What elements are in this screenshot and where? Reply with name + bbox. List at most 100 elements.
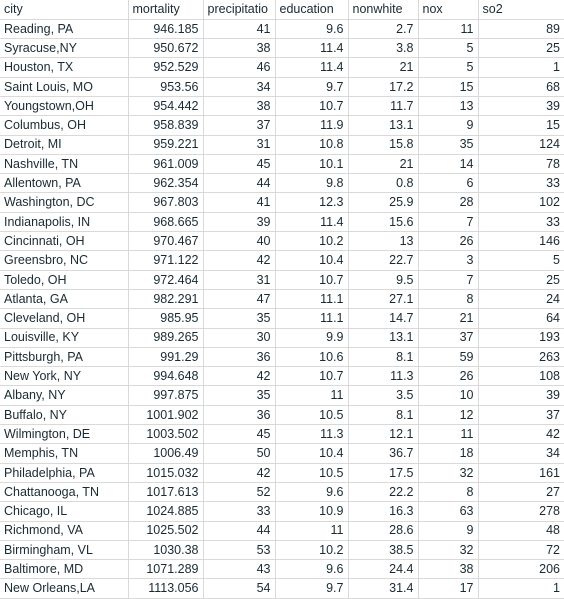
cell-mortality[interactable]: 997.875 (128, 385, 204, 406)
cell-so2[interactable]: 27 (478, 482, 564, 503)
cell-mortality[interactable]: 982.291 (128, 289, 204, 310)
cell-education[interactable]: 10.2 (275, 540, 349, 561)
cell-so2[interactable]: 33 (478, 212, 564, 233)
cell-nox[interactable]: 10 (418, 385, 479, 406)
cell-mortality[interactable]: 959.221 (128, 135, 204, 155)
cell-mortality[interactable]: 962.354 (128, 173, 204, 194)
cell-nox[interactable]: 26 (418, 366, 479, 387)
cell-so2[interactable]: 39 (478, 385, 564, 406)
cell-education[interactable]: 11.4 (275, 57, 349, 78)
cell-precipitation[interactable]: 30 (203, 328, 276, 348)
cell-mortality[interactable]: 958.839 (128, 115, 204, 136)
cell-nonwhite[interactable]: 24.4 (348, 559, 419, 580)
cell-mortality[interactable]: 961.009 (128, 154, 204, 175)
cell-precipitation[interactable]: 35 (203, 385, 276, 406)
cell-so2[interactable]: 193 (478, 328, 564, 348)
cell-education[interactable]: 11.3 (275, 424, 349, 445)
cell-nonwhite[interactable]: 27.1 (348, 289, 419, 310)
cell-nox[interactable]: 12 (418, 405, 479, 426)
cell-precipitation[interactable]: 45 (203, 154, 276, 175)
cell-education[interactable]: 11.4 (275, 212, 349, 233)
cell-nox[interactable]: 9 (418, 521, 479, 541)
cell-so2[interactable]: 39 (478, 96, 564, 117)
cell-education[interactable]: 10.4 (275, 443, 349, 464)
cell-nox[interactable]: 7 (418, 270, 479, 290)
cell-education[interactable]: 10.5 (275, 463, 349, 483)
cell-mortality[interactable]: 1071.289 (128, 559, 204, 580)
cell-nonwhite[interactable]: 9.5 (348, 270, 419, 290)
cell-nonwhite[interactable]: 21 (348, 57, 419, 78)
cell-education[interactable]: 10.2 (275, 231, 349, 252)
cell-nox[interactable]: 15 (418, 77, 479, 97)
cell-nonwhite[interactable]: 38.5 (348, 540, 419, 561)
cell-nox[interactable]: 11 (418, 19, 479, 40)
cell-education[interactable]: 11.1 (275, 289, 349, 310)
cell-precipitation[interactable]: 43 (203, 559, 276, 580)
cell-city[interactable]: Washington, DC (0, 192, 129, 213)
cell-precipitation[interactable]: 38 (203, 38, 276, 59)
cell-so2[interactable]: 102 (478, 192, 564, 213)
cell-nonwhite[interactable]: 15.6 (348, 212, 419, 233)
cell-mortality[interactable]: 1025.502 (128, 521, 204, 541)
cell-nox[interactable]: 13 (418, 96, 479, 117)
cell-mortality[interactable]: 950.672 (128, 38, 204, 59)
cell-city[interactable]: Reading, PA (0, 19, 129, 40)
cell-so2[interactable]: 34 (478, 443, 564, 464)
cell-precipitation[interactable]: 35 (203, 308, 276, 329)
cell-nox[interactable]: 5 (418, 38, 479, 59)
cell-education[interactable]: 10.8 (275, 135, 349, 155)
cell-education[interactable]: 9.9 (275, 328, 349, 348)
cell-precipitation[interactable]: 31 (203, 270, 276, 290)
cell-education[interactable]: 10.5 (275, 405, 349, 426)
cell-nonwhite[interactable]: 22.7 (348, 250, 419, 271)
cell-precipitation[interactable]: 42 (203, 366, 276, 387)
cell-education[interactable]: 11 (275, 521, 349, 541)
cell-city[interactable]: Chicago, IL (0, 501, 129, 522)
cell-nox[interactable]: 11 (418, 424, 479, 445)
cell-city[interactable]: Albany, NY (0, 385, 129, 406)
cell-nonwhite[interactable]: 8.1 (348, 347, 419, 368)
cell-nox[interactable]: 9 (418, 115, 479, 136)
cell-mortality[interactable]: 954.442 (128, 96, 204, 117)
cell-precipitation[interactable]: 44 (203, 521, 276, 541)
cell-precipitation[interactable]: 31 (203, 135, 276, 155)
cell-precipitation[interactable]: 39 (203, 212, 276, 233)
cell-mortality[interactable]: 1001.902 (128, 405, 204, 426)
cell-so2[interactable]: 5 (478, 250, 564, 271)
cell-mortality[interactable]: 1017.613 (128, 482, 204, 503)
cell-nonwhite[interactable]: 17.5 (348, 463, 419, 483)
cell-city[interactable]: Detroit, MI (0, 135, 129, 155)
cell-education[interactable]: 9.6 (275, 482, 349, 503)
cell-city[interactable]: Saint Louis, MO (0, 77, 129, 97)
cell-nonwhite[interactable]: 14.7 (348, 308, 419, 329)
cell-education[interactable]: 10.9 (275, 501, 349, 522)
cell-nox[interactable]: 5 (418, 57, 479, 78)
cell-nonwhite[interactable]: 8.1 (348, 405, 419, 426)
cell-nox[interactable]: 26 (418, 231, 479, 252)
cell-mortality[interactable]: 967.803 (128, 192, 204, 213)
cell-mortality[interactable]: 1024.885 (128, 501, 204, 522)
cell-mortality[interactable]: 972.464 (128, 270, 204, 290)
column-header-precipitation[interactable]: precipitatio (203, 0, 276, 20)
cell-mortality[interactable]: 1006.49 (128, 443, 204, 464)
cell-nonwhite[interactable]: 15.8 (348, 135, 419, 155)
column-header-nox[interactable]: nox (418, 0, 479, 20)
cell-city[interactable]: Atlanta, GA (0, 289, 129, 310)
cell-precipitation[interactable]: 34 (203, 77, 276, 97)
cell-so2[interactable]: 78 (478, 154, 564, 175)
cell-education[interactable]: 10.7 (275, 366, 349, 387)
cell-city[interactable]: Memphis, TN (0, 443, 129, 464)
cell-nonwhite[interactable]: 2.7 (348, 19, 419, 40)
cell-nox[interactable]: 14 (418, 154, 479, 175)
cell-precipitation[interactable]: 42 (203, 463, 276, 483)
column-header-city[interactable]: city (0, 0, 129, 20)
cell-city[interactable]: Houston, TX (0, 57, 129, 78)
cell-city[interactable]: Columbus, OH (0, 115, 129, 136)
cell-nonwhite[interactable]: 36.7 (348, 443, 419, 464)
cell-mortality[interactable]: 1030.38 (128, 540, 204, 561)
cell-nox[interactable]: 35 (418, 135, 479, 155)
cell-precipitation[interactable]: 33 (203, 501, 276, 522)
cell-so2[interactable]: 25 (478, 270, 564, 290)
cell-so2[interactable]: 161 (478, 463, 564, 483)
cell-education[interactable]: 11 (275, 385, 349, 406)
